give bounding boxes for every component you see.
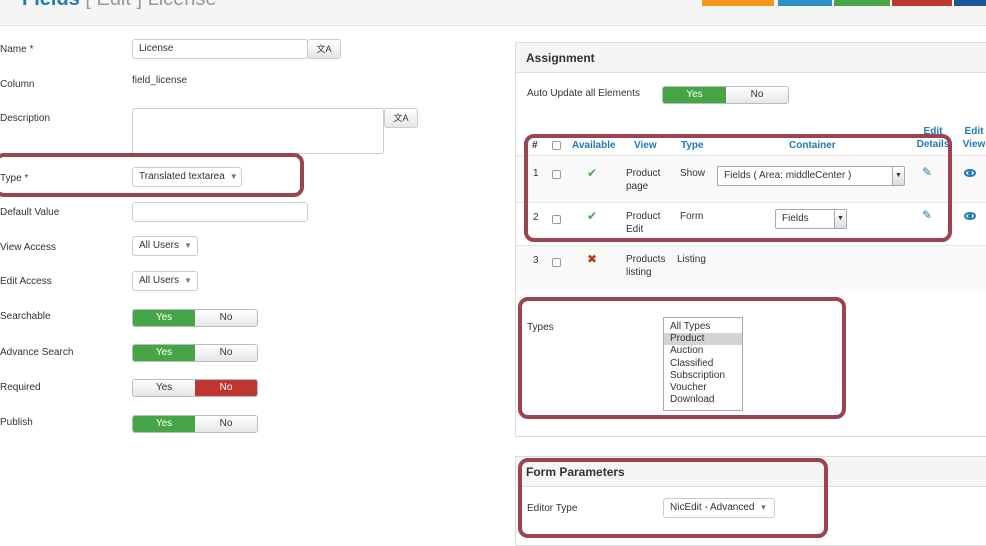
default-value-input[interactable] <box>132 202 308 222</box>
description-translate-button[interactable]: 文A <box>384 108 418 128</box>
highlight-assignment-rows <box>524 134 952 242</box>
name-input[interactable]: License <box>132 39 308 59</box>
row-checkbox[interactable] <box>552 258 561 267</box>
required-no[interactable]: No <box>195 380 257 396</box>
cross-icon: ✖ <box>587 252 598 266</box>
toolbar-button-green[interactable] <box>834 0 890 6</box>
advance-search-label: Advance Search <box>0 347 74 358</box>
page-header: Fields [ Edit ] License <box>0 0 986 26</box>
col-edit-view[interactable]: Edit View <box>962 125 986 151</box>
caret-down-icon: ▼ <box>184 241 192 250</box>
highlight-type <box>0 153 304 197</box>
assignment-title: Assignment <box>516 43 986 73</box>
advance-search-yes[interactable]: Yes <box>133 345 195 361</box>
searchable-yes[interactable]: Yes <box>133 310 195 326</box>
edit-view-icon[interactable] <box>964 212 976 220</box>
translate-icon: 文A <box>316 44 332 54</box>
edit-view-icon[interactable] <box>964 169 976 177</box>
page-title: Fields [ Edit ] License <box>22 0 217 11</box>
row-type: Listing <box>677 254 706 265</box>
auto-update-yes[interactable]: Yes <box>663 87 726 103</box>
highlight-types <box>518 297 846 419</box>
view-access-label: View Access <box>0 242 56 253</box>
required-yes[interactable]: Yes <box>133 380 195 396</box>
required-toggle[interactable]: Yes No <box>132 379 258 397</box>
column-value: field_license <box>132 75 188 86</box>
caret-down-icon: ▼ <box>184 276 192 285</box>
toolbar-button-navy[interactable] <box>954 0 986 6</box>
description-textarea[interactable] <box>132 108 384 154</box>
searchable-label: Searchable <box>0 311 51 322</box>
publish-toggle[interactable]: Yes No <box>132 415 258 433</box>
publish-no[interactable]: No <box>195 416 257 432</box>
auto-update-no[interactable]: No <box>726 87 788 103</box>
name-translate-button[interactable]: 文A <box>307 39 341 59</box>
edit-access-label: Edit Access <box>0 276 52 287</box>
advance-search-no[interactable]: No <box>195 345 257 361</box>
view-access-select[interactable]: All Users ▼ <box>132 236 198 256</box>
advance-search-toggle[interactable]: Yes No <box>132 344 258 362</box>
searchable-no[interactable]: No <box>195 310 257 326</box>
column-label: Column <box>0 79 35 90</box>
translate-icon: 文A <box>393 113 409 123</box>
toolbar-button-red[interactable] <box>892 0 952 6</box>
row-view: Products listing <box>626 254 666 278</box>
highlight-form-parameters <box>518 458 828 538</box>
name-label: Name * <box>0 44 34 55</box>
toolbar-button-blue[interactable] <box>778 0 832 6</box>
required-label: Required <box>0 382 41 393</box>
publish-label: Publish <box>0 417 33 428</box>
publish-yes[interactable]: Yes <box>133 416 195 432</box>
description-label: Description <box>0 113 51 124</box>
auto-update-label: Auto Update all Elements <box>527 88 640 99</box>
row-num: 3 <box>533 255 539 266</box>
toolbar-button-orange[interactable] <box>702 0 774 6</box>
auto-update-toggle[interactable]: Yes No <box>662 86 789 104</box>
edit-access-select[interactable]: All Users ▼ <box>132 271 198 291</box>
default-value-label: Default Value <box>0 207 60 218</box>
searchable-toggle[interactable]: Yes No <box>132 309 258 327</box>
